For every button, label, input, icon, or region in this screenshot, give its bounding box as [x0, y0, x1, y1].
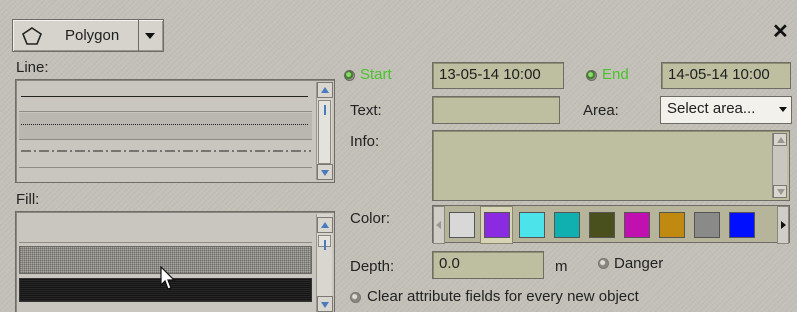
color-swatch-fill — [589, 212, 615, 238]
scroll-up-button[interactable] — [317, 82, 333, 98]
danger-label: Danger — [614, 255, 664, 272]
color-swatch-1[interactable] — [480, 206, 513, 244]
area-label: Area: — [583, 102, 619, 119]
color-swatch-3[interactable] — [550, 206, 583, 244]
color-swatch-6[interactable] — [655, 206, 688, 244]
chevron-down-icon[interactable] — [145, 33, 155, 39]
fill-label: Fill: — [16, 191, 40, 208]
color-swatch-fill — [519, 212, 545, 238]
color-swatch-5[interactable] — [620, 206, 653, 244]
polygon-tool-button[interactable]: Polygon — [12, 19, 164, 52]
depth-label: Depth: — [350, 258, 395, 275]
line-label: Line: — [16, 59, 49, 76]
color-swatch-fill — [554, 212, 580, 238]
color-swatch-fill — [449, 212, 475, 238]
close-icon[interactable]: ✕ — [772, 19, 789, 44]
start-label: Start — [360, 66, 392, 83]
palette-scroll-right-button[interactable] — [777, 206, 789, 244]
end-radio-icon[interactable] — [586, 70, 597, 81]
chevron-right-icon — [781, 221, 786, 229]
color-swatch-fill — [729, 212, 755, 238]
color-palette[interactable] — [432, 205, 790, 244]
end-label: End — [602, 66, 629, 83]
chevron-down-icon — [779, 107, 787, 112]
info-label: Info: — [350, 133, 380, 150]
chevron-left-icon — [436, 221, 441, 229]
fill-style-list[interactable] — [15, 211, 335, 312]
clear-fields-label: Clear attribute fields for every new obj… — [367, 288, 639, 305]
color-swatch-8[interactable] — [725, 206, 758, 244]
scroll-up-button[interactable] — [773, 133, 787, 146]
scroll-down-button[interactable] — [317, 164, 333, 180]
color-swatch-2[interactable] — [515, 206, 548, 244]
scroll-thumb[interactable] — [318, 100, 331, 164]
end-datetime-field[interactable]: 14-05-14 10:00 — [661, 62, 791, 89]
fill-style-empty[interactable] — [19, 216, 312, 243]
color-swatch-4[interactable] — [585, 206, 618, 244]
line-style-solid[interactable] — [19, 85, 312, 112]
text-input[interactable] — [432, 96, 560, 124]
clear-fields-radio-icon[interactable] — [350, 292, 361, 303]
line-style-dash-dot[interactable] — [19, 141, 312, 168]
color-swatch-fill — [694, 212, 720, 238]
scroll-down-button[interactable] — [773, 185, 787, 198]
text-label: Text: — [350, 102, 382, 119]
color-swatch-7[interactable] — [690, 206, 723, 244]
info-textarea[interactable] — [432, 130, 790, 201]
polygon-icon — [22, 27, 42, 45]
dash-dot-line-sample — [21, 150, 311, 152]
line-style-dotted[interactable] — [19, 113, 312, 140]
line-list-scrollbar[interactable] — [316, 82, 333, 180]
scroll-up-button[interactable] — [317, 217, 333, 233]
depth-input[interactable]: 0.0 — [432, 251, 544, 279]
color-swatch-fill — [484, 212, 510, 238]
color-label: Color: — [350, 210, 391, 227]
fill-list-scrollbar[interactable] — [316, 214, 333, 312]
tool-dropdown-separator — [138, 20, 139, 51]
color-swatch-0[interactable] — [445, 206, 478, 244]
scroll-thumb[interactable] — [318, 235, 331, 250]
start-datetime-field[interactable]: 13-05-14 10:00 — [432, 62, 564, 89]
danger-radio-icon[interactable] — [598, 258, 609, 269]
tool-label: Polygon — [65, 27, 120, 44]
color-swatch-fill — [624, 212, 650, 238]
area-select-value: Select area... — [667, 100, 756, 117]
mouse-cursor-icon — [160, 266, 176, 290]
info-scrollbar[interactable] — [772, 133, 787, 198]
depth-unit: m — [555, 258, 568, 275]
color-swatch-fill — [659, 212, 685, 238]
palette-scroll-left-button[interactable] — [433, 206, 445, 244]
scroll-down-button[interactable] — [317, 296, 333, 312]
solid-line-sample — [21, 96, 308, 97]
line-style-list[interactable] — [15, 79, 335, 183]
area-select[interactable]: Select area... — [660, 96, 792, 124]
dotted-line-sample — [21, 124, 308, 125]
start-radio-icon[interactable] — [344, 70, 355, 81]
